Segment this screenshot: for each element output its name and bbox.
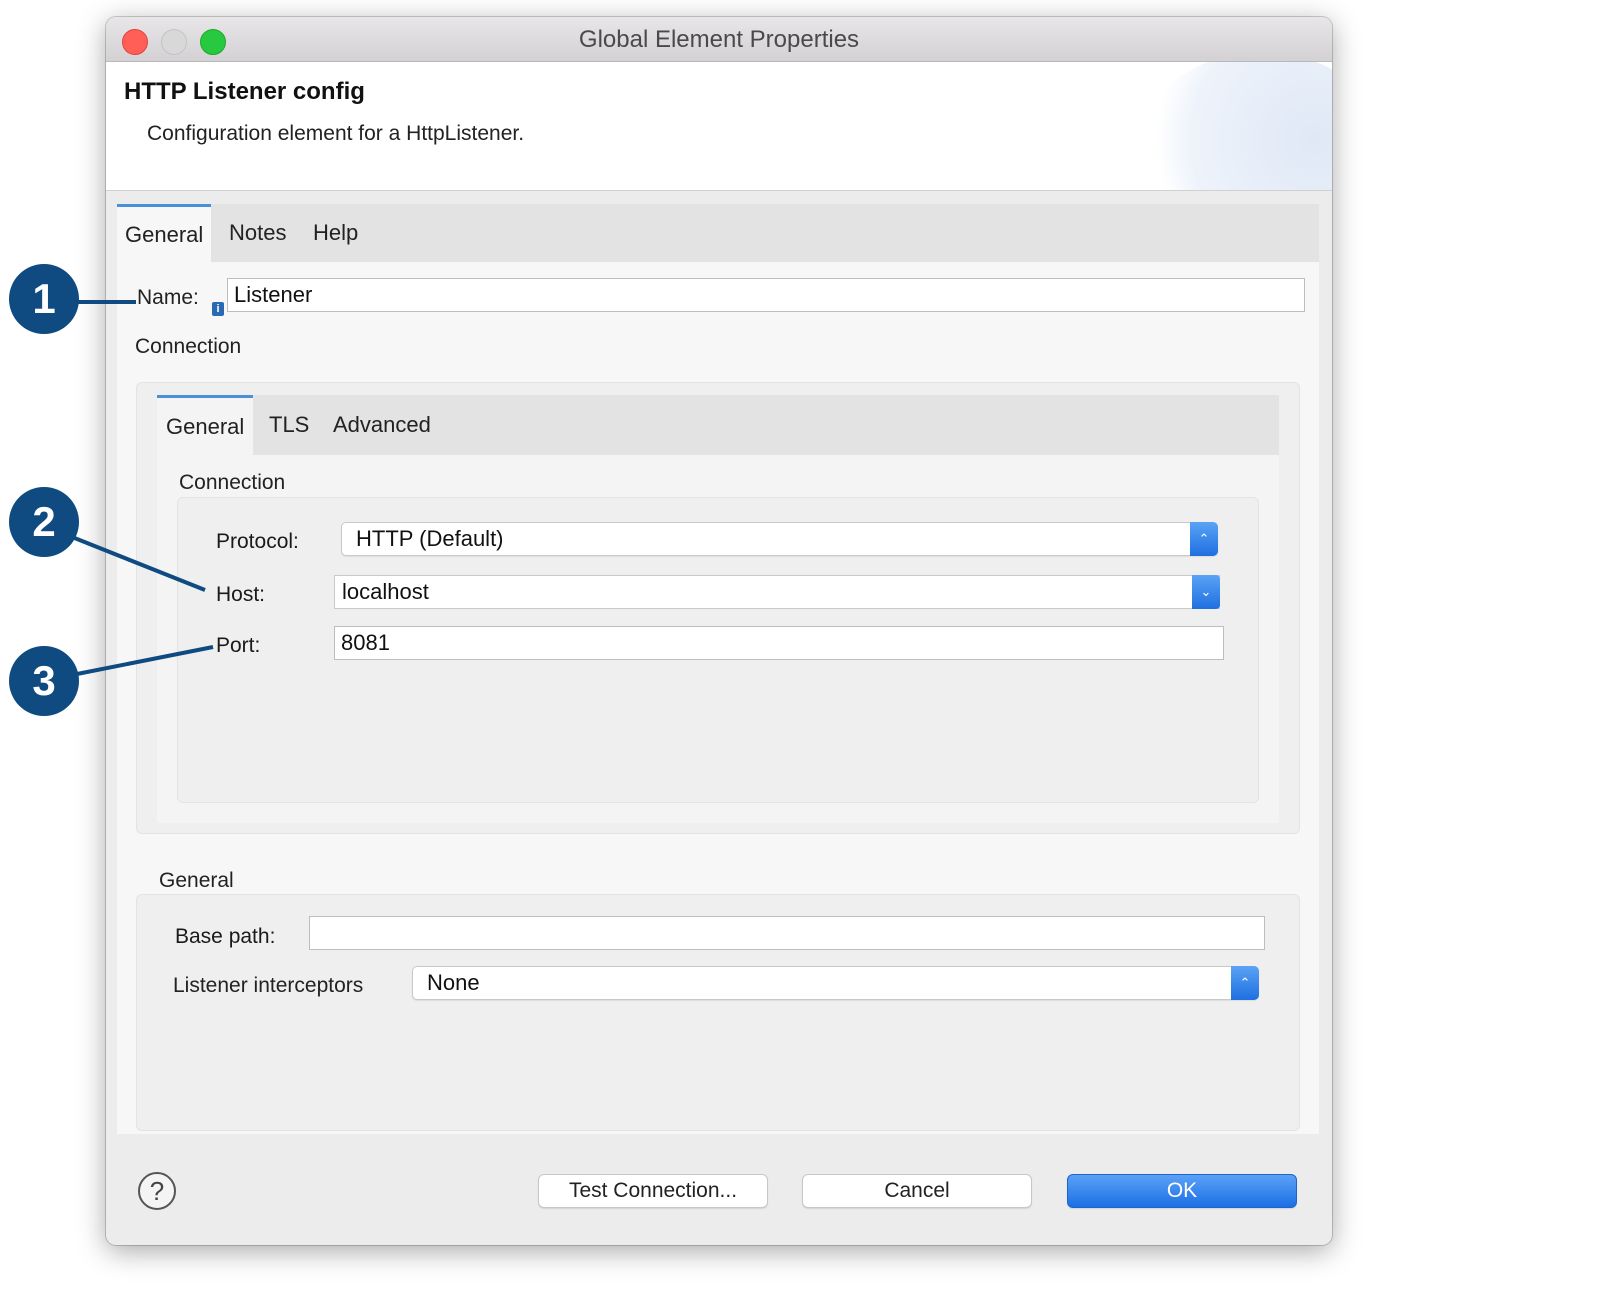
callout-lines [71,300,214,677]
callout-3-line [71,645,214,677]
callout-3: 3 [9,646,79,716]
callout-1: 1 [9,264,79,334]
callout-2: 2 [9,487,79,557]
callout-2-line [71,535,206,592]
